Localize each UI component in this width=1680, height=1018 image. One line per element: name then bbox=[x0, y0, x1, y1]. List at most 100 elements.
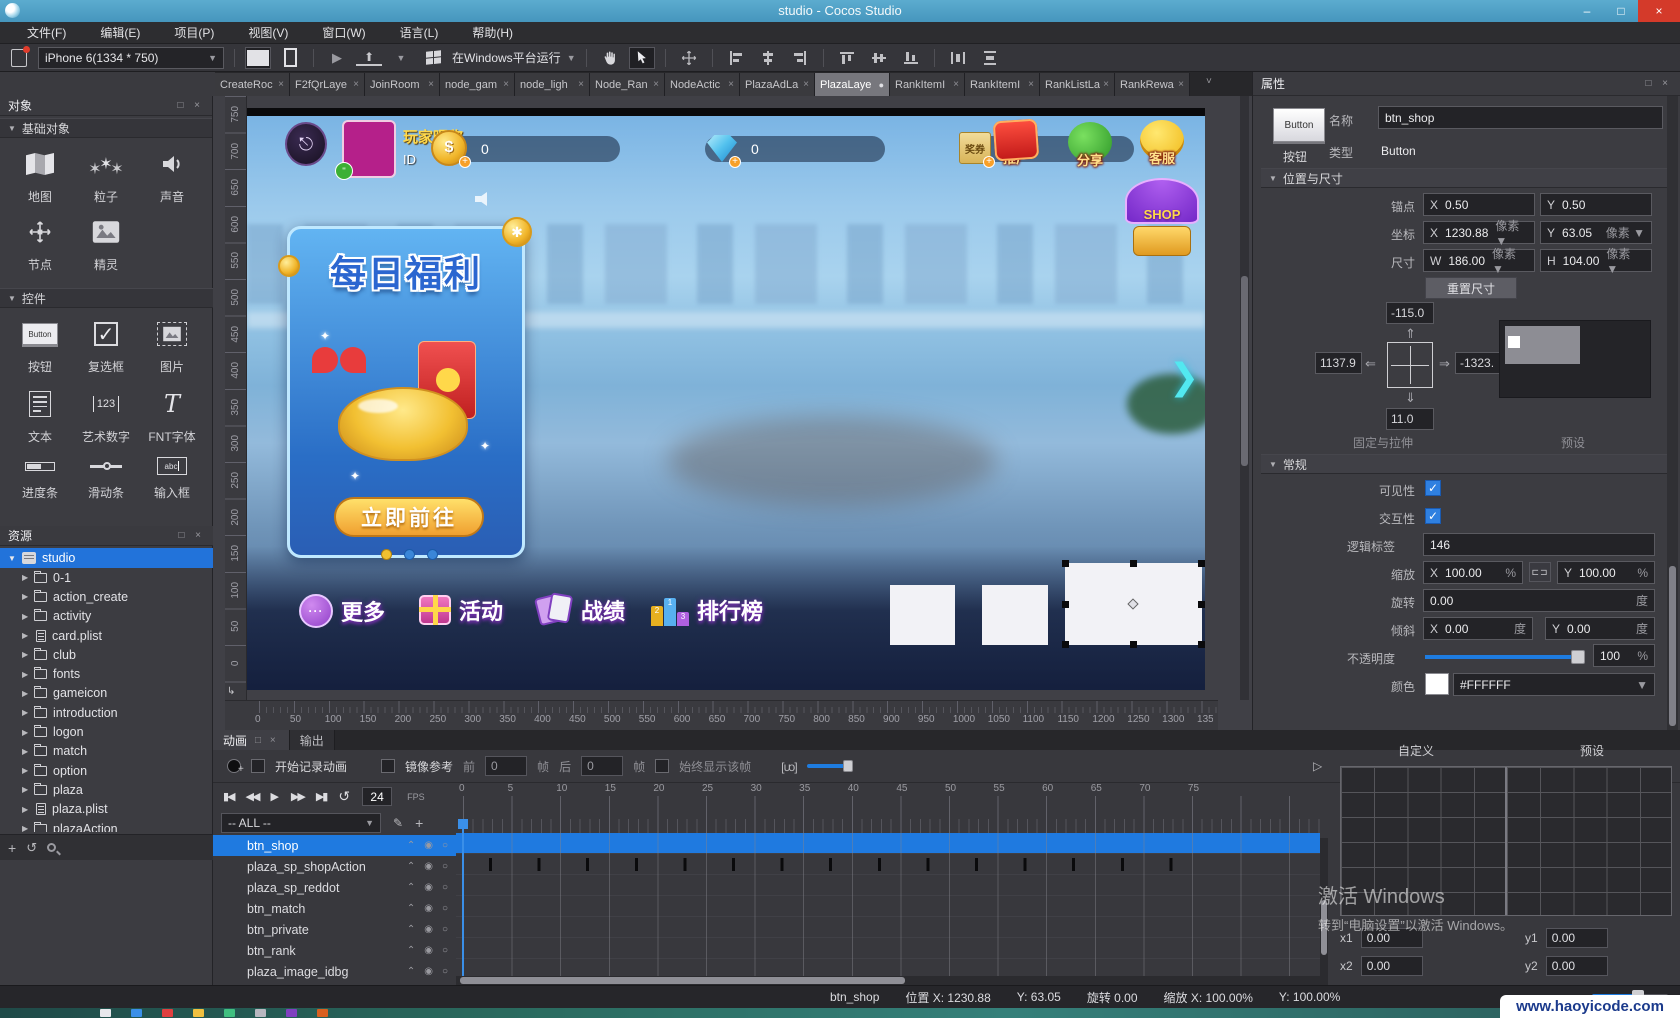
distribute-horizontal-button[interactable] bbox=[945, 47, 971, 69]
skew-y-field[interactable]: Y0.00度 bbox=[1545, 617, 1655, 640]
tree-item-root[interactable]: ▼ studio bbox=[0, 548, 213, 568]
animation-tab[interactable]: 动画 □ × bbox=[213, 730, 290, 750]
onion-skin-icon[interactable]: [ꭣ] bbox=[781, 758, 797, 775]
panel-dock-icons[interactable]: □ × bbox=[255, 735, 279, 746]
coin-bar[interactable]: $ + 0 bbox=[435, 136, 620, 162]
align-left-button[interactable] bbox=[723, 47, 749, 69]
prev-frame-button[interactable]: ◀◀ bbox=[246, 790, 259, 803]
play-animation-button[interactable]: ▶ bbox=[270, 790, 278, 803]
collapse-track-icon[interactable]: ⌃ bbox=[407, 861, 415, 872]
timeline-track-name-row[interactable]: plaza_image_idbg ⌃◉○ bbox=[213, 961, 456, 982]
margin-right-field[interactable]: -1323. bbox=[1455, 352, 1503, 374]
after-frames-field[interactable]: 0 bbox=[581, 756, 623, 776]
taskbar-icon[interactable] bbox=[162, 1009, 173, 1017]
curve-custom-tab[interactable]: 自定义 bbox=[1328, 742, 1504, 759]
twisty-icon[interactable]: ▶ bbox=[22, 747, 34, 756]
taskbar-icon[interactable] bbox=[131, 1009, 142, 1017]
selected-btn-shop-node[interactable] bbox=[1065, 563, 1202, 645]
align-top-button[interactable] bbox=[834, 47, 860, 69]
tree-item[interactable]: ▶ match bbox=[0, 742, 213, 761]
document-tab[interactable]: RankRewa × bbox=[1115, 73, 1190, 96]
twisty-icon[interactable]: ▶ bbox=[22, 592, 34, 601]
document-tab[interactable]: JoinRoom × bbox=[365, 73, 440, 96]
tab-close-icon[interactable]: × bbox=[803, 79, 809, 90]
align-center-vertical-button[interactable] bbox=[755, 47, 781, 69]
timeline-track-row[interactable] bbox=[456, 875, 1320, 896]
panel-dock-icons[interactable]: □ × bbox=[178, 530, 205, 541]
tree-item[interactable]: ▶ plaza.plist bbox=[0, 800, 213, 819]
timeline-track-name-row[interactable]: plaza_sp_reddot ⌃◉○ bbox=[213, 877, 456, 898]
tab-close-icon[interactable]: × bbox=[578, 79, 584, 90]
timeline-track-row[interactable] bbox=[456, 854, 1320, 875]
timeline-track-name-row[interactable]: btn_match ⌃◉○ bbox=[213, 898, 456, 919]
opacity-slider[interactable] bbox=[1425, 650, 1585, 664]
twisty-icon[interactable]: ▶ bbox=[22, 631, 34, 640]
transform-tool-button[interactable] bbox=[676, 47, 702, 69]
panel-dock-icons[interactable]: □ × bbox=[1645, 78, 1672, 89]
daily-welfare-popup[interactable]: 每日福利 ✱ ✦ ✦ ✦ 立即前往 bbox=[287, 226, 525, 558]
document-tab[interactable]: F2fQrLaye × bbox=[290, 73, 365, 96]
speaker-icon[interactable] bbox=[475, 192, 493, 206]
canvas-stage[interactable]: 7507006506005505004504003503002502001501… bbox=[213, 96, 1252, 730]
tab-close-icon[interactable]: × bbox=[503, 79, 509, 90]
canvas-vertical-scrollbar[interactable] bbox=[1240, 96, 1249, 700]
twisty-icon[interactable]: ▶ bbox=[22, 824, 34, 832]
object-item-sound[interactable]: 声音 bbox=[140, 144, 204, 205]
device-select[interactable]: iPhone 6(1334 * 750) ▼ bbox=[38, 47, 224, 69]
object-item-slider[interactable]: 滑动条 bbox=[74, 452, 138, 501]
object-item-particle[interactable]: ✶ 粒子 bbox=[74, 144, 138, 205]
align-middle-horizontal-button[interactable] bbox=[866, 47, 892, 69]
track-visibility-icon[interactable]: ◉ bbox=[424, 945, 433, 956]
collapse-track-icon[interactable]: ⌃ bbox=[407, 840, 415, 851]
publish-button[interactable]: ⬆ bbox=[356, 50, 382, 66]
close-button[interactable]: × bbox=[1638, 0, 1680, 22]
taskbar-icon[interactable] bbox=[224, 1009, 235, 1017]
select-tool-button[interactable] bbox=[629, 47, 655, 69]
position-y-field[interactable]: Y63.05像素 ▼ bbox=[1540, 221, 1652, 244]
edit-animation-icon[interactable]: ✎ bbox=[393, 816, 403, 830]
object-item-inputbox[interactable]: abc 输入框 bbox=[140, 452, 204, 501]
tree-item[interactable]: ▶ action_create bbox=[0, 587, 213, 606]
run-platform-label[interactable]: 在Windows平台运行 bbox=[452, 49, 561, 66]
tab-close-icon[interactable]: × bbox=[278, 79, 284, 90]
collapse-track-icon[interactable]: ⌃ bbox=[407, 945, 415, 956]
taskbar-icon[interactable] bbox=[100, 1009, 111, 1017]
track-visibility-icon[interactable]: ◉ bbox=[424, 966, 433, 977]
anchor-x-field[interactable]: X0.50 bbox=[1423, 193, 1535, 216]
landscape-mode-button[interactable] bbox=[245, 47, 271, 69]
tree-item[interactable]: ▶ 0-1 bbox=[0, 568, 213, 587]
twisty-icon[interactable]: ▶ bbox=[22, 689, 34, 698]
search-icon[interactable] bbox=[47, 843, 56, 852]
timeline-track-row[interactable] bbox=[456, 896, 1320, 917]
twisty-icon[interactable]: ▶ bbox=[22, 670, 34, 679]
height-field[interactable]: H104.00像素 ▼ bbox=[1540, 249, 1652, 272]
tree-item[interactable]: ▶ card.plist bbox=[0, 626, 213, 645]
width-field[interactable]: W186.00像素 ▼ bbox=[1423, 249, 1535, 272]
curve-grid[interactable] bbox=[1340, 766, 1672, 916]
share-button[interactable]: 分享 bbox=[1063, 122, 1117, 180]
interact-checkbox[interactable]: ✓ bbox=[1425, 508, 1441, 524]
panel-dock-icons[interactable]: □ × bbox=[177, 100, 204, 111]
carousel-dots[interactable] bbox=[290, 549, 528, 560]
timeline-track-area[interactable]: 051015202530354045505560657075 bbox=[456, 783, 1320, 985]
document-tab[interactable]: PlazaAdLa × bbox=[740, 73, 815, 96]
exit-button[interactable]: ⎋ bbox=[285, 122, 327, 166]
add-diamond-icon[interactable]: + bbox=[729, 156, 741, 168]
visible-checkbox[interactable]: ✓ bbox=[1425, 480, 1441, 496]
first-frame-button[interactable]: ▮◀ bbox=[223, 790, 234, 803]
timeline-track-name-row[interactable]: btn_private ⌃◉○ bbox=[213, 919, 456, 940]
margin-top-field[interactable]: -115.0 bbox=[1386, 302, 1434, 324]
service-button[interactable]: 客服 bbox=[1135, 120, 1189, 178]
track-visibility-icon[interactable]: ◉ bbox=[424, 840, 433, 851]
rotation-field[interactable]: 0.00度 bbox=[1423, 589, 1655, 612]
document-tab[interactable]: node_ligh × bbox=[515, 73, 590, 96]
shop-building[interactable]: SHOP bbox=[1125, 178, 1199, 266]
fps-field[interactable]: 24 bbox=[362, 787, 392, 806]
timeline-menu-icon[interactable]: ▷ bbox=[1313, 759, 1322, 773]
placeholder-node[interactable] bbox=[982, 585, 1048, 645]
basic-objects-section-header[interactable]: ▼ 基础对象 bbox=[0, 118, 212, 138]
collapse-track-icon[interactable]: ⌃ bbox=[407, 966, 415, 977]
twisty-icon[interactable]: ▶ bbox=[22, 805, 34, 814]
refresh-button[interactable]: ↺ bbox=[26, 840, 37, 856]
x2-field[interactable]: 0.00 bbox=[1361, 956, 1423, 976]
